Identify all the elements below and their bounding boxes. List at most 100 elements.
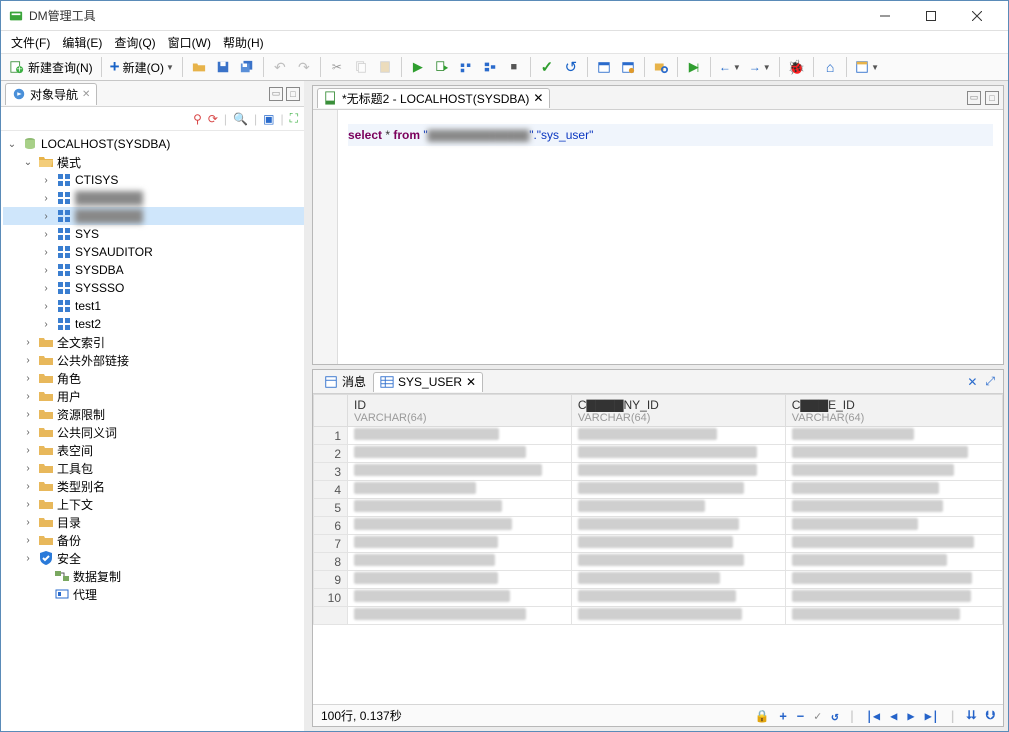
table-row[interactable]: 9 xyxy=(314,571,1003,589)
tree-node-schema[interactable]: ⌄ 模式 xyxy=(3,153,304,171)
minimize-pane-icon[interactable]: ▭ xyxy=(269,87,283,101)
link-icon[interactable]: ⚲ xyxy=(193,112,202,126)
maximize-pane-icon[interactable]: □ xyxy=(985,91,999,105)
cut-button[interactable]: ✂ xyxy=(326,56,348,78)
object-tree[interactable]: ⌄ LOCALHOST(SYSDBA) ⌄ 模式 ›CTISYS›███████… xyxy=(1,131,304,731)
column-header[interactable]: C▇▇▇E_IDVARCHAR(64) xyxy=(785,395,1002,427)
delete-row-icon[interactable]: − xyxy=(797,709,804,723)
tree-node-safety[interactable]: › 安全 xyxy=(3,549,304,567)
result-tab-data[interactable]: SYS_USER ✕ xyxy=(373,372,483,392)
first-page-icon[interactable]: |◀ xyxy=(866,709,880,723)
tree-node-schema-item[interactable]: ›████████ xyxy=(3,189,304,207)
table-row[interactable]: 6 xyxy=(314,517,1003,535)
pin-icon[interactable]: ✕ xyxy=(967,375,977,389)
minimize-button[interactable] xyxy=(862,1,908,31)
tree-node-folder[interactable]: ›公共外部链接 xyxy=(3,351,304,369)
commit-button[interactable]: ✓ xyxy=(536,56,558,78)
restore-pane-icon[interactable]: □ xyxy=(286,87,300,101)
menu-query[interactable]: 查询(Q) xyxy=(108,32,161,53)
table-row[interactable]: 1 xyxy=(314,427,1003,445)
expand-all-icon[interactable]: ⛶ xyxy=(290,111,298,126)
tree-node-folder[interactable]: ›全文索引 xyxy=(3,333,304,351)
export-grid-icon[interactable]: ⮋ xyxy=(986,708,995,723)
lock-icon[interactable]: 🔒 xyxy=(755,709,770,723)
open-button[interactable] xyxy=(188,56,210,78)
add-row-icon[interactable]: + xyxy=(779,709,786,723)
menu-file[interactable]: 文件(F) xyxy=(5,32,56,53)
revert-edit-icon[interactable]: ↺ xyxy=(831,709,838,723)
prev-page-icon[interactable]: ◀ xyxy=(890,709,897,723)
tree-node-schema-item[interactable]: ›████████ xyxy=(3,207,304,225)
column-header[interactable]: IDVARCHAR(64) xyxy=(348,395,572,427)
sql-editor[interactable]: select * from "▇▇▇▇▇▇▇▇▇▇▇"."sys_user" xyxy=(313,110,1003,364)
minimize-pane-icon[interactable]: ▭ xyxy=(967,91,981,105)
table-row[interactable]: 5 xyxy=(314,499,1003,517)
debug-step-button[interactable] xyxy=(455,56,477,78)
perspective-button[interactable]: ▼ xyxy=(852,56,882,78)
close-tab-icon[interactable]: ✕ xyxy=(533,91,543,105)
debug-bug-button[interactable]: 🐞 xyxy=(785,56,808,78)
menu-help[interactable]: 帮助(H) xyxy=(217,32,270,53)
tree-node-schema-item[interactable]: ›SYSSSO xyxy=(3,279,304,297)
tree-node-connection[interactable]: ⌄ LOCALHOST(SYSDBA) xyxy=(3,135,304,153)
tree-node-folder[interactable]: ›公共同义词 xyxy=(3,423,304,441)
last-page-icon[interactable]: ▶| xyxy=(925,709,939,723)
tree-node-folder[interactable]: ›备份 xyxy=(3,531,304,549)
search-icon[interactable]: 🔍 xyxy=(233,112,248,126)
undo-button[interactable]: ↶ xyxy=(269,56,291,78)
commit-edit-icon[interactable]: ✓ xyxy=(814,709,821,723)
editor-tab[interactable]: *无标题2 - LOCALHOST(SYSDBA) ✕ xyxy=(317,88,550,108)
table-row[interactable]: 10 xyxy=(314,589,1003,607)
tree-node-agent[interactable]: 代理 xyxy=(3,585,304,603)
table-row[interactable]: 4 xyxy=(314,481,1003,499)
nav-tab[interactable]: 对象导航 ✕ xyxy=(5,83,97,105)
column-header[interactable]: C▇▇▇▇NY_IDVARCHAR(64) xyxy=(571,395,785,427)
new-button[interactable]: + 新建(O) ▼ xyxy=(107,56,177,78)
table-row[interactable] xyxy=(314,607,1003,625)
result-grid[interactable]: IDVARCHAR(64)C▇▇▇▇NY_IDVARCHAR(64)C▇▇▇E_… xyxy=(313,394,1003,704)
run-button[interactable]: ▶ xyxy=(407,56,429,78)
tree-node-folder[interactable]: ›类型别名 xyxy=(3,477,304,495)
collapse-all-icon[interactable]: ▣ xyxy=(263,112,274,126)
tree-node-folder[interactable]: ›表空间 xyxy=(3,441,304,459)
run-script-button[interactable] xyxy=(431,56,453,78)
calendar1-button[interactable] xyxy=(593,56,615,78)
menu-window[interactable]: 窗口(W) xyxy=(162,32,217,53)
rollback-button[interactable]: ↺ xyxy=(560,56,582,78)
redo-button[interactable]: ↷ xyxy=(293,56,315,78)
close-tab-icon[interactable]: ✕ xyxy=(82,89,90,100)
forward-button[interactable]: →▼ xyxy=(746,56,774,78)
fetch-all-icon[interactable]: ⮇ xyxy=(966,708,976,723)
result-tab-messages[interactable]: 消息 xyxy=(317,372,373,392)
table-row[interactable]: 3 xyxy=(314,463,1003,481)
copy-button[interactable] xyxy=(350,56,372,78)
export-button[interactable]: ▶| xyxy=(683,56,705,78)
table-row[interactable]: 8 xyxy=(314,553,1003,571)
tree-node-schema-item[interactable]: ›SYSAUDITOR xyxy=(3,243,304,261)
new-query-button[interactable]: + 新建查询(N) xyxy=(7,56,96,78)
tree-node-folder[interactable]: ›上下文 xyxy=(3,495,304,513)
home-button[interactable]: ⌂ xyxy=(819,56,841,78)
tree-node-folder[interactable]: ›资源限制 xyxy=(3,405,304,423)
table-row[interactable]: 7 xyxy=(314,535,1003,553)
menu-edit[interactable]: 编辑(E) xyxy=(56,32,108,53)
tree-node-folder[interactable]: ›目录 xyxy=(3,513,304,531)
tree-node-schema-item[interactable]: ›SYSDBA xyxy=(3,261,304,279)
tree-node-replication[interactable]: 数据复制 xyxy=(3,567,304,585)
detach-icon[interactable]: ⤢ xyxy=(985,374,995,389)
save-button[interactable] xyxy=(212,56,234,78)
find-object-button[interactable] xyxy=(650,56,672,78)
save-all-button[interactable] xyxy=(236,56,258,78)
refresh-icon[interactable]: ⟳ xyxy=(208,112,218,126)
table-row[interactable]: 2 xyxy=(314,445,1003,463)
close-tab-icon[interactable]: ✕ xyxy=(466,375,476,389)
back-button[interactable]: ←▼ xyxy=(716,56,744,78)
maximize-button[interactable] xyxy=(908,1,954,31)
tree-node-schema-item[interactable]: ›SYS xyxy=(3,225,304,243)
tree-node-schema-item[interactable]: ›CTISYS xyxy=(3,171,304,189)
tree-node-schema-item[interactable]: ›test2 xyxy=(3,315,304,333)
stop-button[interactable]: ■ xyxy=(503,56,525,78)
paste-button[interactable] xyxy=(374,56,396,78)
tree-node-schema-item[interactable]: ›test1 xyxy=(3,297,304,315)
tree-node-folder[interactable]: ›工具包 xyxy=(3,459,304,477)
